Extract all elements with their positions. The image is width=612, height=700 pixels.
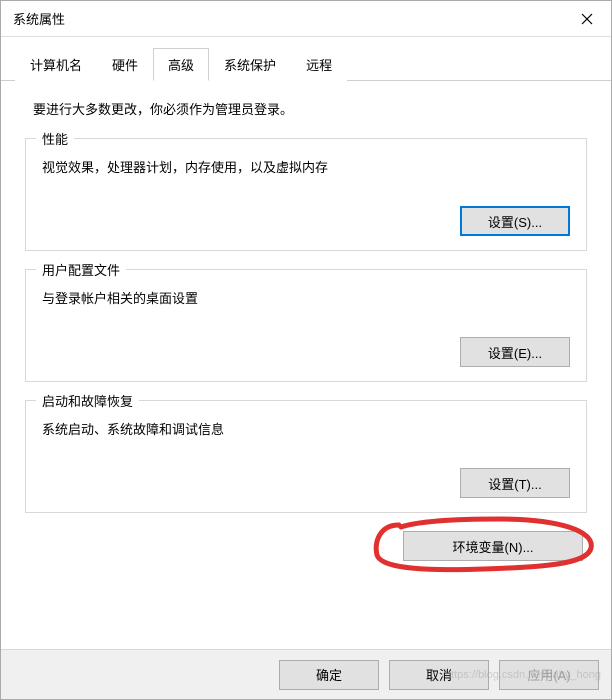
system-properties-window: 系统属性 计算机名 硬件 高级 系统保护 远程 要进行大多数更改，你必须作为管理… xyxy=(0,0,612,700)
dialog-footer: 确定 取消 应用(A) xyxy=(1,649,611,699)
environment-variables-button[interactable]: 环境变量(N)... xyxy=(403,531,583,561)
tab-computer-name[interactable]: 计算机名 xyxy=(15,48,97,81)
intro-text: 要进行大多数更改，你必须作为管理员登录。 xyxy=(25,99,587,118)
startup-group-desc: 系统启动、系统故障和调试信息 xyxy=(42,419,570,438)
tab-remote[interactable]: 远程 xyxy=(291,48,347,81)
user-profiles-button-row: 设置(E)... xyxy=(42,337,570,367)
performance-button-row: 设置(S)... xyxy=(42,206,570,236)
titlebar: 系统属性 xyxy=(1,1,611,37)
performance-settings-button[interactable]: 设置(S)... xyxy=(460,206,570,236)
apply-button[interactable]: 应用(A) xyxy=(499,660,599,690)
performance-group-title: 性能 xyxy=(36,129,74,148)
tab-bar: 计算机名 硬件 高级 系统保护 远程 xyxy=(1,37,611,81)
tab-content-advanced: 要进行大多数更改，你必须作为管理员登录。 性能 视觉效果，处理器计划，内存使用，… xyxy=(1,81,611,571)
env-variable-row: 环境变量(N)... xyxy=(25,531,587,561)
performance-group-desc: 视觉效果，处理器计划，内存使用，以及虚拟内存 xyxy=(42,157,570,176)
tab-system-protection[interactable]: 系统保护 xyxy=(209,48,291,81)
startup-settings-button[interactable]: 设置(T)... xyxy=(460,468,570,498)
ok-button[interactable]: 确定 xyxy=(279,660,379,690)
user-profiles-settings-button[interactable]: 设置(E)... xyxy=(460,337,570,367)
startup-group: 启动和故障恢复 系统启动、系统故障和调试信息 设置(T)... xyxy=(25,400,587,513)
cancel-button[interactable]: 取消 xyxy=(389,660,489,690)
tab-advanced[interactable]: 高级 xyxy=(153,48,209,81)
user-profiles-group-title: 用户配置文件 xyxy=(36,260,126,279)
tab-hardware[interactable]: 硬件 xyxy=(97,48,153,81)
user-profiles-group: 用户配置文件 与登录帐户相关的桌面设置 设置(E)... xyxy=(25,269,587,382)
performance-group: 性能 视觉效果，处理器计划，内存使用，以及虚拟内存 设置(S)... xyxy=(25,138,587,251)
window-title: 系统属性 xyxy=(13,9,65,28)
startup-button-row: 设置(T)... xyxy=(42,468,570,498)
user-profiles-group-desc: 与登录帐户相关的桌面设置 xyxy=(42,288,570,307)
startup-group-title: 启动和故障恢复 xyxy=(36,391,139,410)
close-button[interactable] xyxy=(563,1,611,37)
close-icon xyxy=(581,13,593,25)
